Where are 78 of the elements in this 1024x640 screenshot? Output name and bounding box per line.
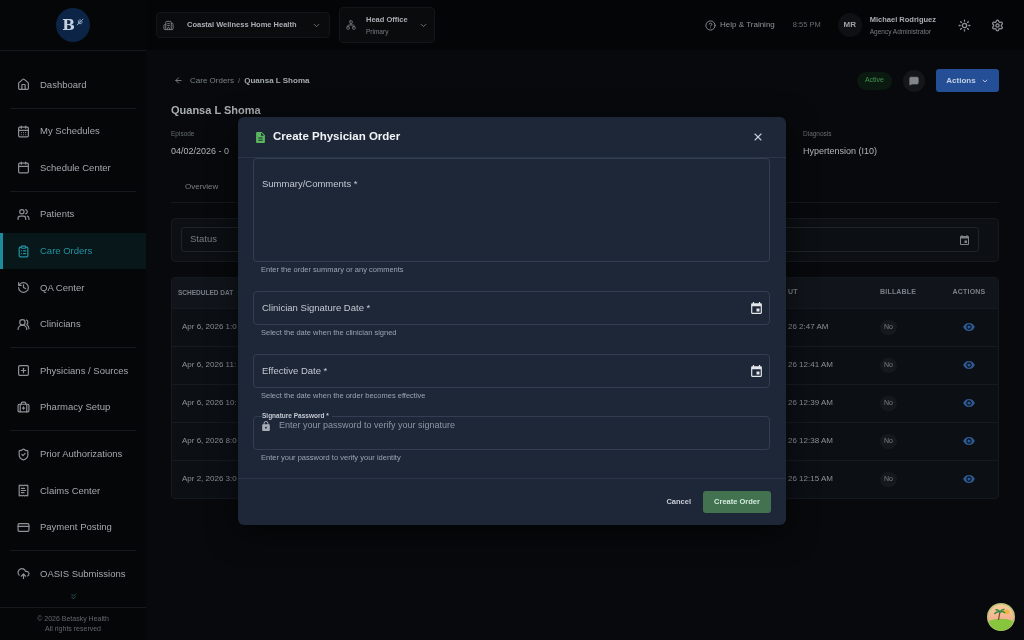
logo-letter: B [62, 17, 75, 33]
chat-button[interactable] [903, 69, 925, 92]
close-icon [752, 131, 764, 143]
settings-icon[interactable] [991, 18, 1004, 32]
view-icon[interactable] [963, 475, 975, 483]
close-button[interactable] [752, 131, 764, 143]
table-cell: 26 12:39 AM [788, 397, 833, 409]
building-icon [163, 19, 174, 31]
table-cell: Apr 6, 2026 11: [182, 359, 237, 371]
plus-square-icon [17, 364, 30, 378]
chat-icon [909, 75, 919, 86]
detail-value: Hypertension (I10) [803, 145, 878, 157]
date-field[interactable] [783, 227, 979, 252]
view-icon[interactable] [963, 399, 975, 407]
field-label: Clinician Signature Date * [262, 300, 371, 315]
people-icon [17, 208, 30, 222]
calendar-icon[interactable] [960, 234, 969, 245]
credit-card-icon [17, 520, 30, 534]
help-link[interactable]: Help & Training [705, 19, 775, 31]
dialog-title: Create Physician Order [273, 129, 401, 145]
cloud-upload-icon [17, 567, 30, 581]
shield-check-icon [17, 447, 30, 461]
help-icon [705, 19, 717, 31]
nav-item[interactable]: Care Orders [0, 232, 146, 270]
table-cell: Apr 6, 2026 8:0 [182, 435, 237, 447]
field-label: Effective Date * [262, 363, 328, 378]
view-icon[interactable] [963, 437, 975, 445]
table-cell: Apr 6, 2026 10: [182, 397, 237, 409]
calendar-icon[interactable] [751, 365, 762, 377]
nav-item[interactable]: Physicians / Sources [0, 352, 146, 390]
calendar-icon [17, 161, 30, 175]
sun-icon[interactable] [958, 18, 971, 32]
calendar-icon[interactable] [751, 302, 762, 314]
medical-kit-icon [17, 401, 30, 415]
detail-value: 04/02/2026 - 0 [171, 145, 230, 157]
view-icon[interactable] [963, 361, 975, 369]
document-icon [256, 131, 265, 143]
clipboard-icon [17, 244, 30, 258]
tab[interactable]: Overview [171, 171, 233, 202]
date-field[interactable]: Effective Date * [253, 354, 770, 388]
back-arrow-icon[interactable] [174, 76, 183, 85]
nav-item[interactable]: Clinicians [0, 306, 146, 343]
island-icon[interactable] [987, 603, 1015, 631]
nav-item[interactable]: OASIS Submissions [0, 555, 146, 593]
breadcrumb-separator: / [238, 74, 241, 87]
nav-item[interactable]: Dashboard [0, 66, 146, 104]
calendar-icon [17, 124, 30, 138]
nav-item[interactable]: Pharmacy Setup [0, 389, 146, 426]
avatar-initials: MR [843, 19, 856, 31]
date-field[interactable]: Clinician Signature Date * [253, 291, 770, 325]
nav-item[interactable]: QA Center [0, 269, 146, 307]
table-cell: 26 2:47 AM [788, 321, 829, 333]
hierarchy-icon [346, 20, 356, 30]
table-cell: 26 12:38 AM [788, 435, 833, 447]
nav-item[interactable]: Prior Authorizations [0, 435, 146, 473]
comments-textarea[interactable]: Summary/Comments * [253, 158, 770, 262]
patient-name: Quansa L Shoma [171, 103, 261, 117]
breadcrumb-link[interactable]: Care Orders [190, 74, 234, 87]
table-cell: 26 12:15 AM [788, 473, 833, 485]
feather-icon [75, 18, 84, 26]
avatar[interactable]: MR [837, 13, 862, 37]
nav-item[interactable]: Patients [0, 196, 146, 233]
field-label: Summary/Comments * [262, 178, 358, 189]
nav-item[interactable]: Payment Posting [0, 509, 146, 546]
breadcrumb-current: Quansa L Shoma [244, 74, 310, 87]
actions-button[interactable]: Actions [936, 69, 999, 92]
receipt-icon [17, 484, 30, 498]
people-icon [17, 317, 30, 331]
history-icon [17, 281, 30, 295]
nav-item[interactable]: Claims Center [0, 472, 146, 510]
nav-item[interactable]: My Schedules [0, 113, 146, 150]
view-icon[interactable] [963, 323, 975, 331]
home-icon [17, 78, 30, 92]
table-cell: Apr 2, 2026 3:0 [182, 473, 237, 485]
table-cell: Apr 6, 2026 1:0 [182, 321, 237, 333]
nav-item[interactable]: Schedule Center [0, 149, 146, 187]
lock-icon [262, 420, 270, 431]
table-cell: 26 12:41 AM [788, 359, 833, 371]
